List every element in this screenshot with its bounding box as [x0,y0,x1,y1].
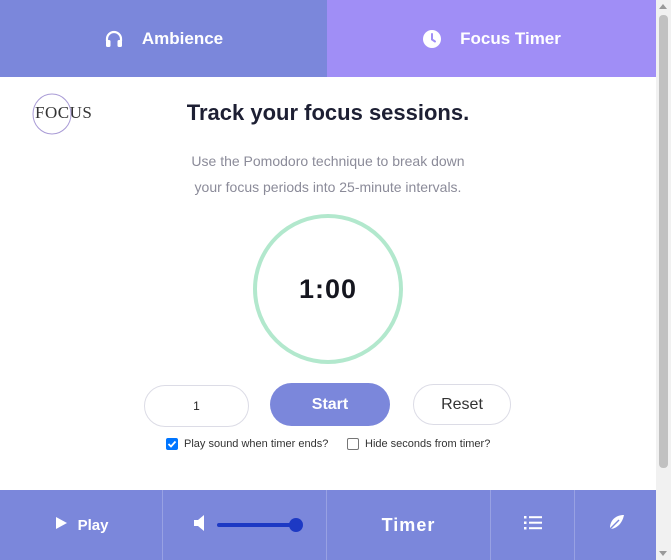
scrollbar[interactable] [656,0,671,560]
play-sound-option[interactable]: Play sound when timer ends? [166,438,328,450]
play-label: Play [77,516,109,534]
tab-ambience-label: Ambience [141,28,224,48]
play-button[interactable]: Play [0,490,163,560]
focus-app: Ambience Focus Timer FOCUS Track your fo… [0,0,671,560]
list-icon [523,515,542,536]
minutes-input[interactable] [144,385,249,427]
timer-ring: 1:00 [253,214,403,364]
theme-button[interactable] [575,490,656,560]
volume-icon [193,514,209,537]
start-button[interactable]: Start [270,383,390,426]
clock-icon [422,29,442,49]
hide-seconds-checkbox[interactable] [347,438,359,450]
headphones-icon [104,29,124,49]
bottom-bar: Play Timer [0,490,656,560]
play-sound-label: Play sound when timer ends? [184,438,329,450]
scroll-up-arrow-icon[interactable] [659,4,667,9]
play-icon [54,516,68,534]
feather-icon [607,514,625,537]
tab-focus-timer-label: Focus Timer [460,28,561,48]
tab-ambience[interactable]: Ambience [0,0,327,77]
hide-seconds-option[interactable]: Hide seconds from timer? [347,438,490,450]
play-sound-checkbox[interactable] [166,438,178,450]
volume-slider[interactable] [216,518,303,532]
description-line-1: Use the Pomodoro technique to break down [191,153,465,169]
timer-button[interactable]: Timer [327,490,491,560]
scrollbar-thumb[interactable] [659,15,668,468]
timer-display: 1:00 [298,273,358,304]
volume-control [163,490,327,560]
top-tabs: Ambience Focus Timer [0,0,656,77]
volume-slider-knob[interactable] [288,518,303,532]
page-description: Use the Pomodoro technique to break down… [0,148,656,200]
list-button[interactable] [491,490,575,560]
tab-focus-timer[interactable]: Focus Timer [327,0,656,77]
description-line-2: your focus periods into 25-minute interv… [194,179,462,195]
hide-seconds-label: Hide seconds from timer? [365,438,491,450]
page-heading: Track your focus sessions. [186,100,470,125]
scroll-down-arrow-icon[interactable] [659,551,667,556]
reset-button[interactable]: Reset [413,384,511,425]
